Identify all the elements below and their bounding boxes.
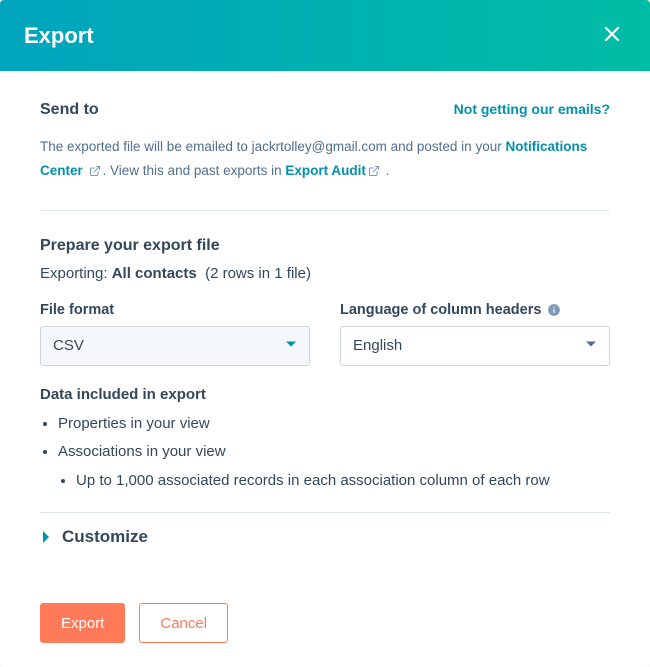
send-description: The exported file will be emailed to jac…: [40, 135, 610, 186]
list-item-text: Associations in your view: [58, 443, 226, 460]
file-format-field: File format CSV: [40, 302, 310, 366]
data-included-title: Data included in export: [40, 386, 610, 403]
actions-row: Export Cancel: [40, 603, 610, 643]
modal-header: Export: [0, 0, 650, 71]
language-label: Language of column headers: [340, 302, 610, 318]
external-link-icon: [368, 161, 380, 185]
send-to-row: Send to Not getting our emails?: [40, 101, 610, 119]
info-icon[interactable]: [547, 303, 561, 317]
cancel-button[interactable]: Cancel: [139, 603, 228, 643]
not-getting-emails-link[interactable]: Not getting our emails?: [454, 101, 610, 117]
close-icon: [602, 24, 622, 47]
language-label-text: Language of column headers: [340, 302, 541, 318]
language-value: English: [353, 337, 402, 354]
external-link-icon: [89, 161, 101, 185]
send-to-label: Send to: [40, 101, 99, 119]
language-select[interactable]: English: [340, 326, 610, 366]
exporting-target: All contacts: [112, 265, 197, 282]
prepare-title: Prepare your export file: [40, 237, 610, 255]
data-included-list: Properties in your view Associations in …: [40, 413, 610, 493]
export-modal: Export Send to Not getting our emails? T…: [0, 0, 650, 667]
divider: [40, 210, 610, 211]
file-format-label: File format: [40, 302, 310, 318]
export-button[interactable]: Export: [40, 603, 125, 643]
customize-label: Customize: [62, 527, 148, 547]
export-audit-link[interactable]: Export Audit: [285, 163, 366, 178]
language-field: Language of column headers English: [340, 302, 610, 366]
desc-email: jackrtolley@gmail.com: [252, 139, 387, 154]
chevron-right-icon: [40, 530, 52, 544]
desc-suffix: .: [386, 163, 390, 178]
caret-down-icon: [585, 337, 597, 354]
list-subitem: Up to 1,000 associated records in each a…: [76, 470, 610, 493]
exporting-row: Exporting: All contacts (2 rows in 1 fil…: [40, 265, 610, 282]
modal-body: Send to Not getting our emails? The expo…: [0, 71, 650, 667]
desc-prefix: The exported file will be emailed to: [40, 139, 252, 154]
list-item: Associations in your view Up to 1,000 as…: [58, 441, 610, 492]
desc-after-notifications: . View this and past exports in: [103, 163, 286, 178]
file-format-value: CSV: [53, 337, 84, 354]
customize-toggle[interactable]: Customize: [40, 527, 610, 547]
file-format-select[interactable]: CSV: [40, 326, 310, 366]
desc-mid: and posted in your: [387, 139, 506, 154]
modal-title: Export: [24, 23, 94, 49]
exporting-meta: (2 rows in 1 file): [205, 265, 311, 282]
exporting-label: Exporting:: [40, 265, 112, 282]
close-button[interactable]: [598, 20, 626, 51]
divider: [40, 512, 610, 513]
caret-down-icon: [285, 337, 297, 354]
form-row: File format CSV Language of column heade…: [40, 302, 610, 366]
list-item: Properties in your view: [58, 413, 610, 436]
